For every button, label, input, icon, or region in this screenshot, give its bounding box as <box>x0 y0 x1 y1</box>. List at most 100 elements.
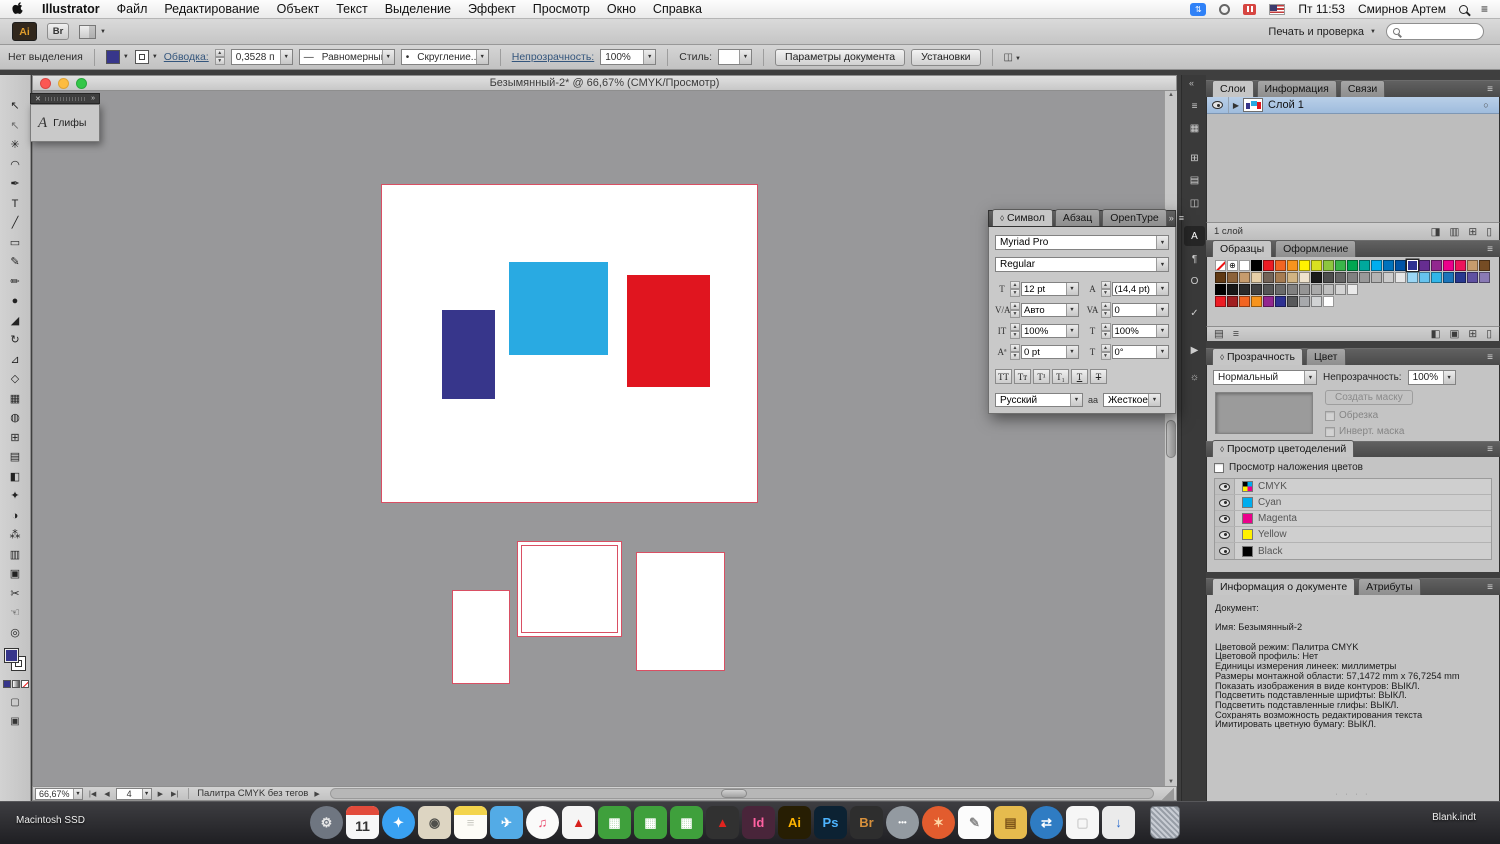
zoom-level-select[interactable]: 66,67%▼ <box>35 788 83 800</box>
vertical-scrollbar[interactable]: ▲ ▼ <box>1164 91 1177 786</box>
horizontal-scale-field[interactable]: IT▲▼100%▼ <box>995 323 1079 339</box>
tab-color[interactable]: Цвет <box>1306 348 1346 365</box>
horizontal-scroll-thumb[interactable] <box>721 789 747 798</box>
slice-tool[interactable]: ✂ <box>0 584 30 603</box>
swatch[interactable] <box>1263 260 1274 271</box>
red-rectangle[interactable] <box>627 275 710 387</box>
dock-indesign[interactable]: Id <box>742 806 775 839</box>
window-resize-grip[interactable] <box>1162 788 1174 800</box>
column-graph-tool[interactable]: ▥ <box>0 545 30 564</box>
apple-menu-icon[interactable] <box>12 1 25 18</box>
status-menu-arrow-icon[interactable]: ▶ <box>312 790 321 798</box>
opacity-label[interactable]: Непрозрачность: <box>512 51 595 63</box>
paintbrush-tool[interactable]: ✎ <box>0 252 30 271</box>
plate-row[interactable]: Yellow <box>1215 527 1491 543</box>
status-profile[interactable]: Палитра CMYK без тегов <box>197 788 308 799</box>
dock-gray-dots-app[interactable]: ••• <box>886 806 919 839</box>
menu-item[interactable]: Текст <box>336 2 367 16</box>
tab-separations-preview[interactable]: ◊Просмотр цветоделений <box>1212 440 1354 457</box>
brush-definition-select[interactable]: •Скругление...▼ <box>401 49 489 65</box>
delete-layer-icon[interactable]: ▯ <box>1486 226 1492 238</box>
scale-tool[interactable]: ⊿ <box>0 350 30 369</box>
swatch[interactable] <box>1251 284 1262 295</box>
swatch[interactable] <box>1227 296 1238 307</box>
blob-brush-tool[interactable]: ● <box>0 291 30 310</box>
dock-blank-document[interactable]: ▢ <box>1066 806 1099 839</box>
dock-acrobat-pro[interactable]: ▲ <box>706 806 739 839</box>
swatch-libraries-icon[interactable]: ▤ <box>1214 328 1224 340</box>
opacity-field[interactable]: 100%▼ <box>600 49 656 65</box>
new-color-group-icon[interactable]: ▣ <box>1449 328 1459 340</box>
dock-trash[interactable] <box>1150 806 1180 839</box>
swatch[interactable] <box>1323 272 1334 283</box>
swatch[interactable] <box>1263 284 1274 295</box>
baseline-shift-field[interactable]: Aª▲▼0 pt▼ <box>995 344 1079 360</box>
navy-rectangle[interactable] <box>442 310 495 399</box>
swatch[interactable] <box>1311 272 1322 283</box>
plate-visibility-toggle[interactable] <box>1215 495 1235 510</box>
swatch[interactable] <box>1275 284 1286 295</box>
selection-tool[interactable]: ↖ <box>0 96 30 115</box>
plate-row[interactable]: Cyan <box>1215 495 1491 511</box>
swatch[interactable] <box>1239 284 1250 295</box>
menu-item[interactable]: Редактирование <box>164 2 259 16</box>
swatch[interactable] <box>1323 260 1334 271</box>
expand-panels-icon[interactable]: « <box>1189 78 1194 88</box>
artboard-tool[interactable]: ▣ <box>0 564 30 583</box>
all-caps-button[interactable]: TT <box>995 369 1012 384</box>
display-arrangement-icon[interactable]: ⇅ <box>1190 3 1206 16</box>
first-artboard-button[interactable]: |◀ <box>87 790 98 798</box>
panel-resize-grip[interactable]: ∙ ∙ ∙ ∙ <box>1206 791 1500 798</box>
opentype-dock-icon[interactable]: O <box>1184 271 1205 291</box>
swatches-dock-icon[interactable]: ▦ <box>1184 118 1205 138</box>
artboard-4[interactable] <box>636 552 725 671</box>
stepper-icon[interactable]: ▲▼ <box>1010 344 1020 360</box>
baseline-shift-field-value[interactable]: 0 pt▼ <box>1021 345 1079 359</box>
dock-orange-app[interactable]: ✶ <box>922 806 955 839</box>
zoom-tool[interactable]: ◎ <box>0 623 30 642</box>
panel-grip-icon[interactable]: ≡ <box>1184 96 1205 116</box>
subscript-button[interactable]: T₁ <box>1052 369 1069 384</box>
stroke-weight-label[interactable]: Обводка: <box>164 51 209 63</box>
hand-tool[interactable]: ☜ <box>0 603 30 622</box>
tab-transparency[interactable]: ◊Прозрачность <box>1212 348 1303 365</box>
tracking-field[interactable]: VA▲▼0▼ <box>1086 302 1170 318</box>
horizontal-scrollbar[interactable] <box>330 788 1154 799</box>
swatch[interactable] <box>1359 272 1370 283</box>
mesh-tool[interactable]: ▤ <box>0 447 30 466</box>
swatch-kinds-icon[interactable]: ≡ <box>1233 328 1239 340</box>
swatch[interactable] <box>1347 272 1358 283</box>
dock-notes[interactable]: ≡ <box>454 806 487 839</box>
swatch[interactable] <box>1275 296 1286 307</box>
swatch[interactable] <box>1311 260 1322 271</box>
swatch[interactable] <box>1215 296 1226 307</box>
swatch[interactable] <box>1479 260 1490 271</box>
menu-item[interactable]: Окно <box>607 2 636 16</box>
rectangle-tool[interactable]: ▭ <box>0 233 30 252</box>
new-swatch-icon[interactable]: ⊞ <box>1468 328 1477 340</box>
swatch[interactable] <box>1299 260 1310 271</box>
small-caps-button[interactable]: Tт <box>1014 369 1031 384</box>
eyedropper-tool[interactable]: ✦ <box>0 486 30 505</box>
stepper-icon[interactable]: ▲▼ <box>1101 344 1111 360</box>
strikethrough-button[interactable]: T <box>1090 369 1107 384</box>
direct-selection-tool[interactable]: ↖ <box>0 116 30 135</box>
swatch[interactable] <box>1419 260 1430 271</box>
layer-expand-icon[interactable]: ▶ <box>1229 101 1243 110</box>
appearance-dock-icon[interactable]: ☼ <box>1184 367 1205 387</box>
tab-links[interactable]: Связи <box>1340 80 1385 97</box>
glyphs-panel-header[interactable]: ✕» <box>30 93 100 104</box>
drawing-mode-icon[interactable]: ▢ <box>0 697 30 708</box>
collapse-icon[interactable]: » <box>91 95 95 102</box>
dock-bird-app[interactable]: ✈ <box>490 806 523 839</box>
control-extra-icon[interactable]: ◫▼ <box>1004 52 1021 63</box>
search-field[interactable] <box>1386 23 1484 40</box>
swatch[interactable] <box>1311 296 1322 307</box>
dock-installer[interactable]: ↓ <box>1102 806 1135 839</box>
stroke-color-control[interactable]: ▼ <box>135 50 158 64</box>
eraser-tool[interactable]: ◢ <box>0 311 30 330</box>
swatch[interactable] <box>1287 296 1298 307</box>
shape-builder-tool[interactable]: ◍ <box>0 408 30 427</box>
make-clipping-mask-icon[interactable]: ◨ <box>1431 226 1441 238</box>
width-tool[interactable]: ◇ <box>0 369 30 388</box>
